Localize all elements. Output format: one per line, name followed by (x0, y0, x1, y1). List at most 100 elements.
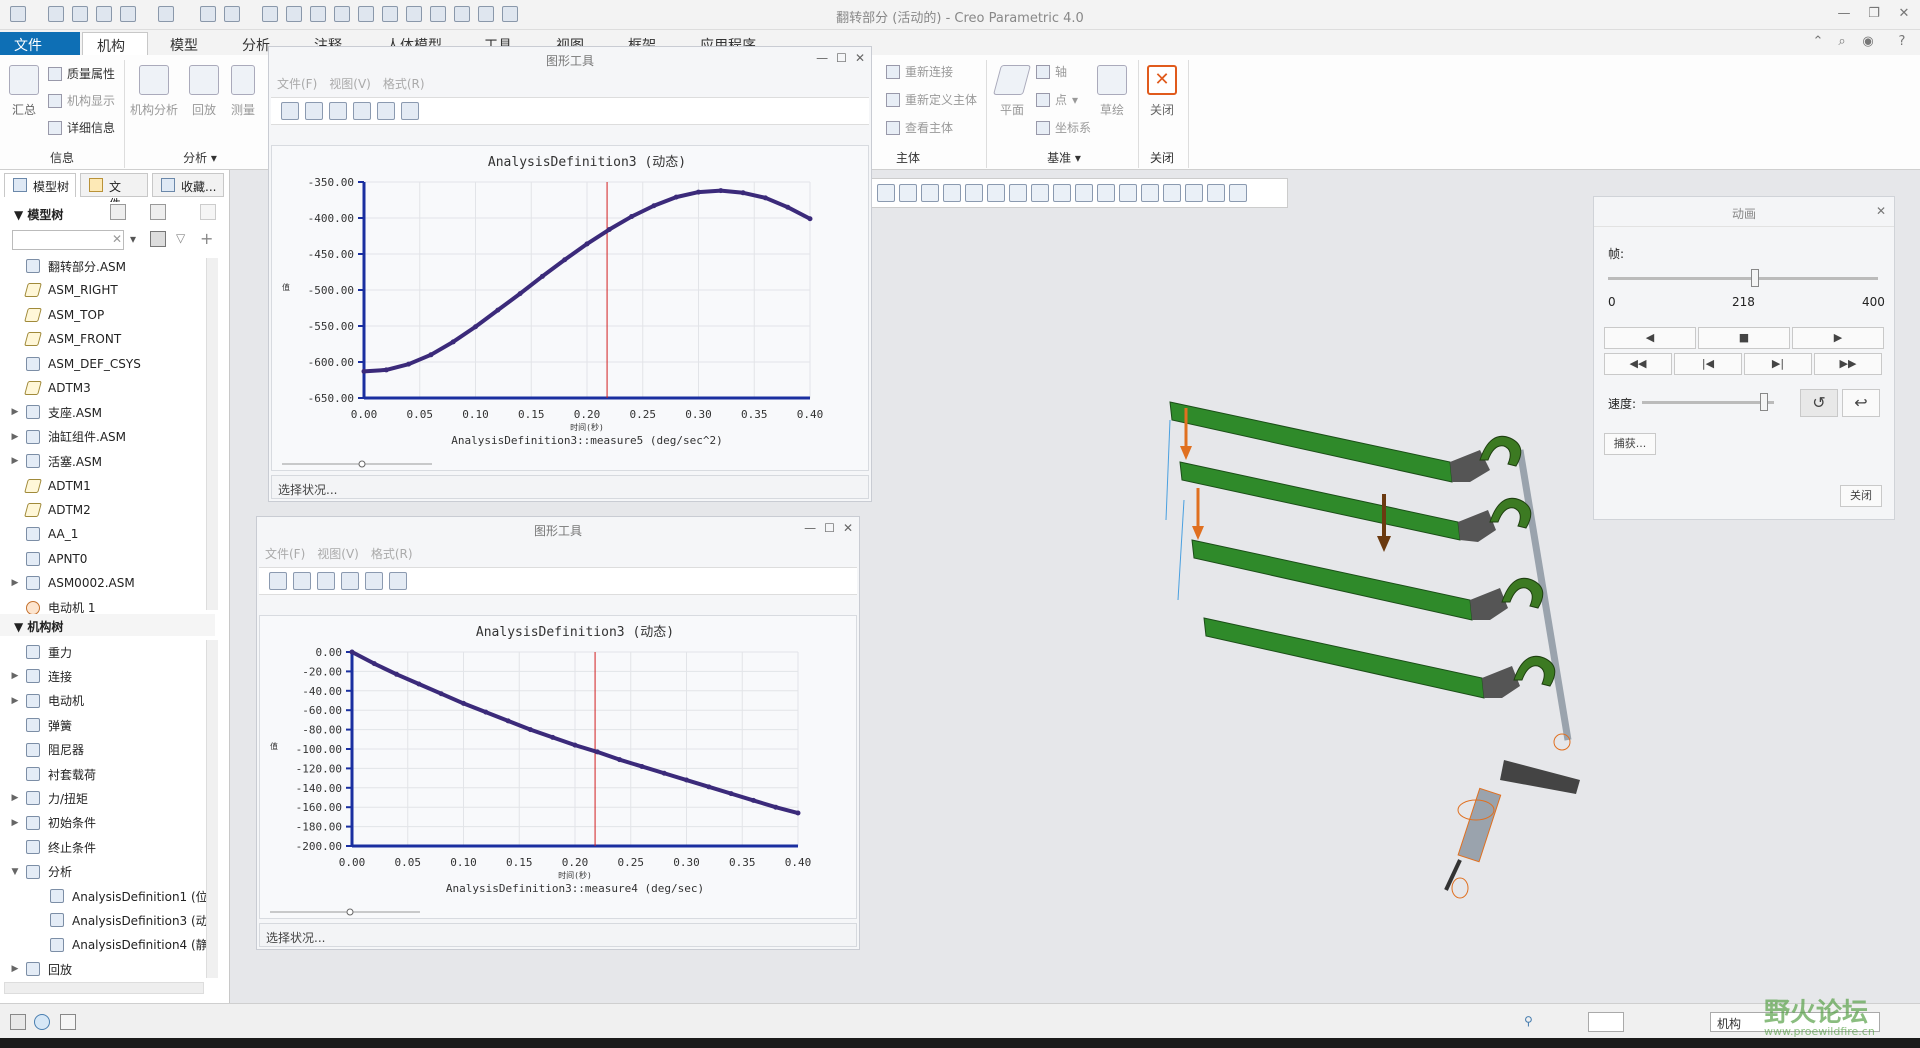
expand-arrow-icon[interactable]: ▶ (8, 671, 22, 681)
mech-tree-item[interactable]: AnalysisDefinition3 (动 (32, 910, 208, 930)
expand-arrow-icon[interactable]: ▶ (8, 407, 22, 417)
tab-model[interactable]: 模型 (156, 32, 212, 55)
mech-tree-item[interactable]: ▶ 初始条件 (8, 813, 96, 833)
model-tree-item[interactable]: APNT0 (8, 549, 87, 569)
find-binoculars-icon[interactable] (150, 231, 166, 247)
model-tree-item[interactable]: ▶ 支座.ASM (8, 402, 102, 422)
csys-display-icon[interactable] (1163, 184, 1181, 202)
loop-button[interactable]: ↺ (1800, 389, 1838, 417)
menu-format[interactable]: 格式(R) (371, 545, 413, 563)
measure-button[interactable]: 测量 (228, 65, 258, 118)
frame-slider[interactable] (1608, 269, 1878, 287)
fast-forward-button[interactable]: ▶▶ (1814, 353, 1882, 375)
view-body-button[interactable]: 查看主体 (886, 119, 953, 136)
expand-arrow-icon[interactable]: ▶ (8, 432, 22, 442)
menu-view[interactable]: 视图(V) (317, 545, 359, 563)
model-tree-item[interactable]: ASM_FRONT (8, 329, 121, 349)
display-style-icon[interactable] (1009, 184, 1027, 202)
tab-file[interactable]: 文件 (0, 32, 80, 55)
zoom-in-icon[interactable] (899, 184, 917, 202)
expand-arrow-icon[interactable]: ▶ (8, 964, 22, 974)
search-icon[interactable]: ⌕ (1834, 34, 1850, 50)
format-icon[interactable] (317, 572, 335, 590)
speed-slider[interactable] (1642, 393, 1774, 411)
tab-favorites[interactable]: 收藏... (152, 173, 224, 197)
find-dropdown[interactable] (1588, 1012, 1624, 1032)
browser-toggle-icon[interactable] (34, 1014, 50, 1030)
reconnect-button[interactable]: 重新连接 (886, 63, 953, 80)
tree-options-icon[interactable] (200, 204, 216, 220)
close-button[interactable]: 关闭 (1840, 485, 1882, 507)
minimize-icon[interactable]: — (1836, 6, 1852, 22)
grid-icon[interactable] (293, 572, 311, 590)
menu-file[interactable]: 文件(F) (265, 545, 305, 563)
mech-tree-header[interactable]: ▼ 机构树 (0, 614, 215, 636)
model-tree-item[interactable]: 翻转部分.ASM (8, 256, 126, 276)
play-forward-button[interactable]: ▶ (1792, 327, 1884, 349)
model-tree-item[interactable]: ASM_RIGHT (8, 280, 118, 300)
expand-arrow-icon[interactable]: ▶ (8, 696, 22, 706)
speed-slider-thumb[interactable] (1759, 393, 1768, 411)
mech-tree-item[interactable]: ▶ 连接 (8, 666, 72, 686)
mech-analysis-button[interactable]: 机构分析 (128, 65, 180, 118)
expand-arrow-icon[interactable]: ▶ (8, 793, 22, 803)
mech-display-button[interactable]: 机构显示 (48, 92, 115, 109)
model-tree-item[interactable]: ▶ 油缸组件.ASM (8, 427, 126, 447)
datum-display-icon[interactable] (1075, 184, 1093, 202)
point-display-icon[interactable] (1141, 184, 1159, 202)
datum-point-button[interactable]: 点 ▾ (1036, 91, 1078, 108)
spin-center-icon[interactable] (1207, 184, 1225, 202)
fullscreen-icon[interactable] (60, 1014, 76, 1030)
help-icon[interactable]: ? (1894, 34, 1910, 50)
export-icon[interactable] (401, 102, 419, 120)
restore-icon[interactable]: ❐ (1866, 6, 1882, 22)
graph-plot-area[interactable]: AnalysisDefinition3 (动态) 0.00 0.05 0.10 0.15… (271, 145, 869, 471)
details-button[interactable]: 详细信息 (48, 119, 115, 136)
export-icon[interactable] (389, 572, 407, 590)
analysis-group-label[interactable]: 分析 ▾ (170, 149, 230, 166)
view-manager-icon[interactable] (1031, 184, 1049, 202)
mech-tree-item[interactable]: ▼ 分析 (8, 862, 72, 882)
menu-file[interactable]: 文件(F) (277, 75, 317, 93)
mech-tree-item[interactable]: ▶ 回放 (8, 959, 72, 979)
filter-icon[interactable]: ▽ (176, 231, 185, 245)
close-icon[interactable]: ✕ (1876, 204, 1886, 218)
model-tree-item[interactable]: ASM_DEF_CSYS (8, 354, 141, 374)
tab-model-tree[interactable]: 模型树 (4, 173, 76, 197)
model-tree-item[interactable]: ADTM2 (8, 500, 91, 520)
tab-mechanism[interactable]: 机构 (82, 32, 148, 55)
expand-arrow-icon[interactable]: ▶ (8, 456, 22, 466)
axis-display-icon[interactable] (1119, 184, 1137, 202)
minimize-icon[interactable]: — (804, 521, 816, 535)
model-tree-item[interactable]: ASM_TOP (8, 305, 104, 325)
zoom-in-icon[interactable] (341, 572, 359, 590)
sketch-button[interactable]: 草绘 (1090, 65, 1134, 118)
mech-tree-item[interactable]: 弹簧 (8, 715, 72, 735)
mech-tree-scrollbar[interactable] (206, 640, 218, 978)
mech-tree-item[interactable]: AnalysisDefinition4 (静 (32, 935, 208, 955)
model-tree-item[interactable]: ▶ ASM0002.ASM (8, 573, 135, 593)
zoom-in-icon[interactable] (353, 102, 371, 120)
model-tree-item[interactable]: ▶ 活塞.ASM (8, 451, 102, 471)
saved-views-icon[interactable] (987, 184, 1005, 202)
tab-folder-browser[interactable]: 文件... (80, 173, 148, 211)
step-forward-button[interactable]: ▶| (1744, 353, 1812, 375)
close-icon[interactable]: ✕ (843, 521, 853, 535)
maximize-icon[interactable]: ☐ (836, 51, 847, 65)
model-tree-item[interactable]: AA_1 (8, 524, 78, 544)
clear-search-icon[interactable]: ✕ (112, 232, 122, 246)
community-icon[interactable]: ◉ (1860, 34, 1876, 50)
mech-display-icon[interactable] (1229, 184, 1247, 202)
redefine-body-button[interactable]: 重新定义主体 (886, 91, 977, 108)
perspective-icon[interactable] (1053, 184, 1071, 202)
dropdown-icon[interactable]: ▾ (130, 232, 136, 246)
zoom-fit-icon[interactable] (377, 102, 395, 120)
expand-arrow-icon[interactable]: ▼ (8, 867, 22, 877)
datum-axis-button[interactable]: 轴 (1036, 63, 1067, 80)
model-viewport[interactable] (1140, 390, 1590, 920)
rewind-button[interactable]: ◀◀ (1604, 353, 1672, 375)
zoom-fit-icon[interactable] (365, 572, 383, 590)
maximize-icon[interactable]: ☐ (824, 521, 835, 535)
frame-slider-thumb[interactable] (1750, 269, 1759, 287)
mech-tree-item[interactable]: ▶ 力/扭矩 (8, 788, 88, 808)
